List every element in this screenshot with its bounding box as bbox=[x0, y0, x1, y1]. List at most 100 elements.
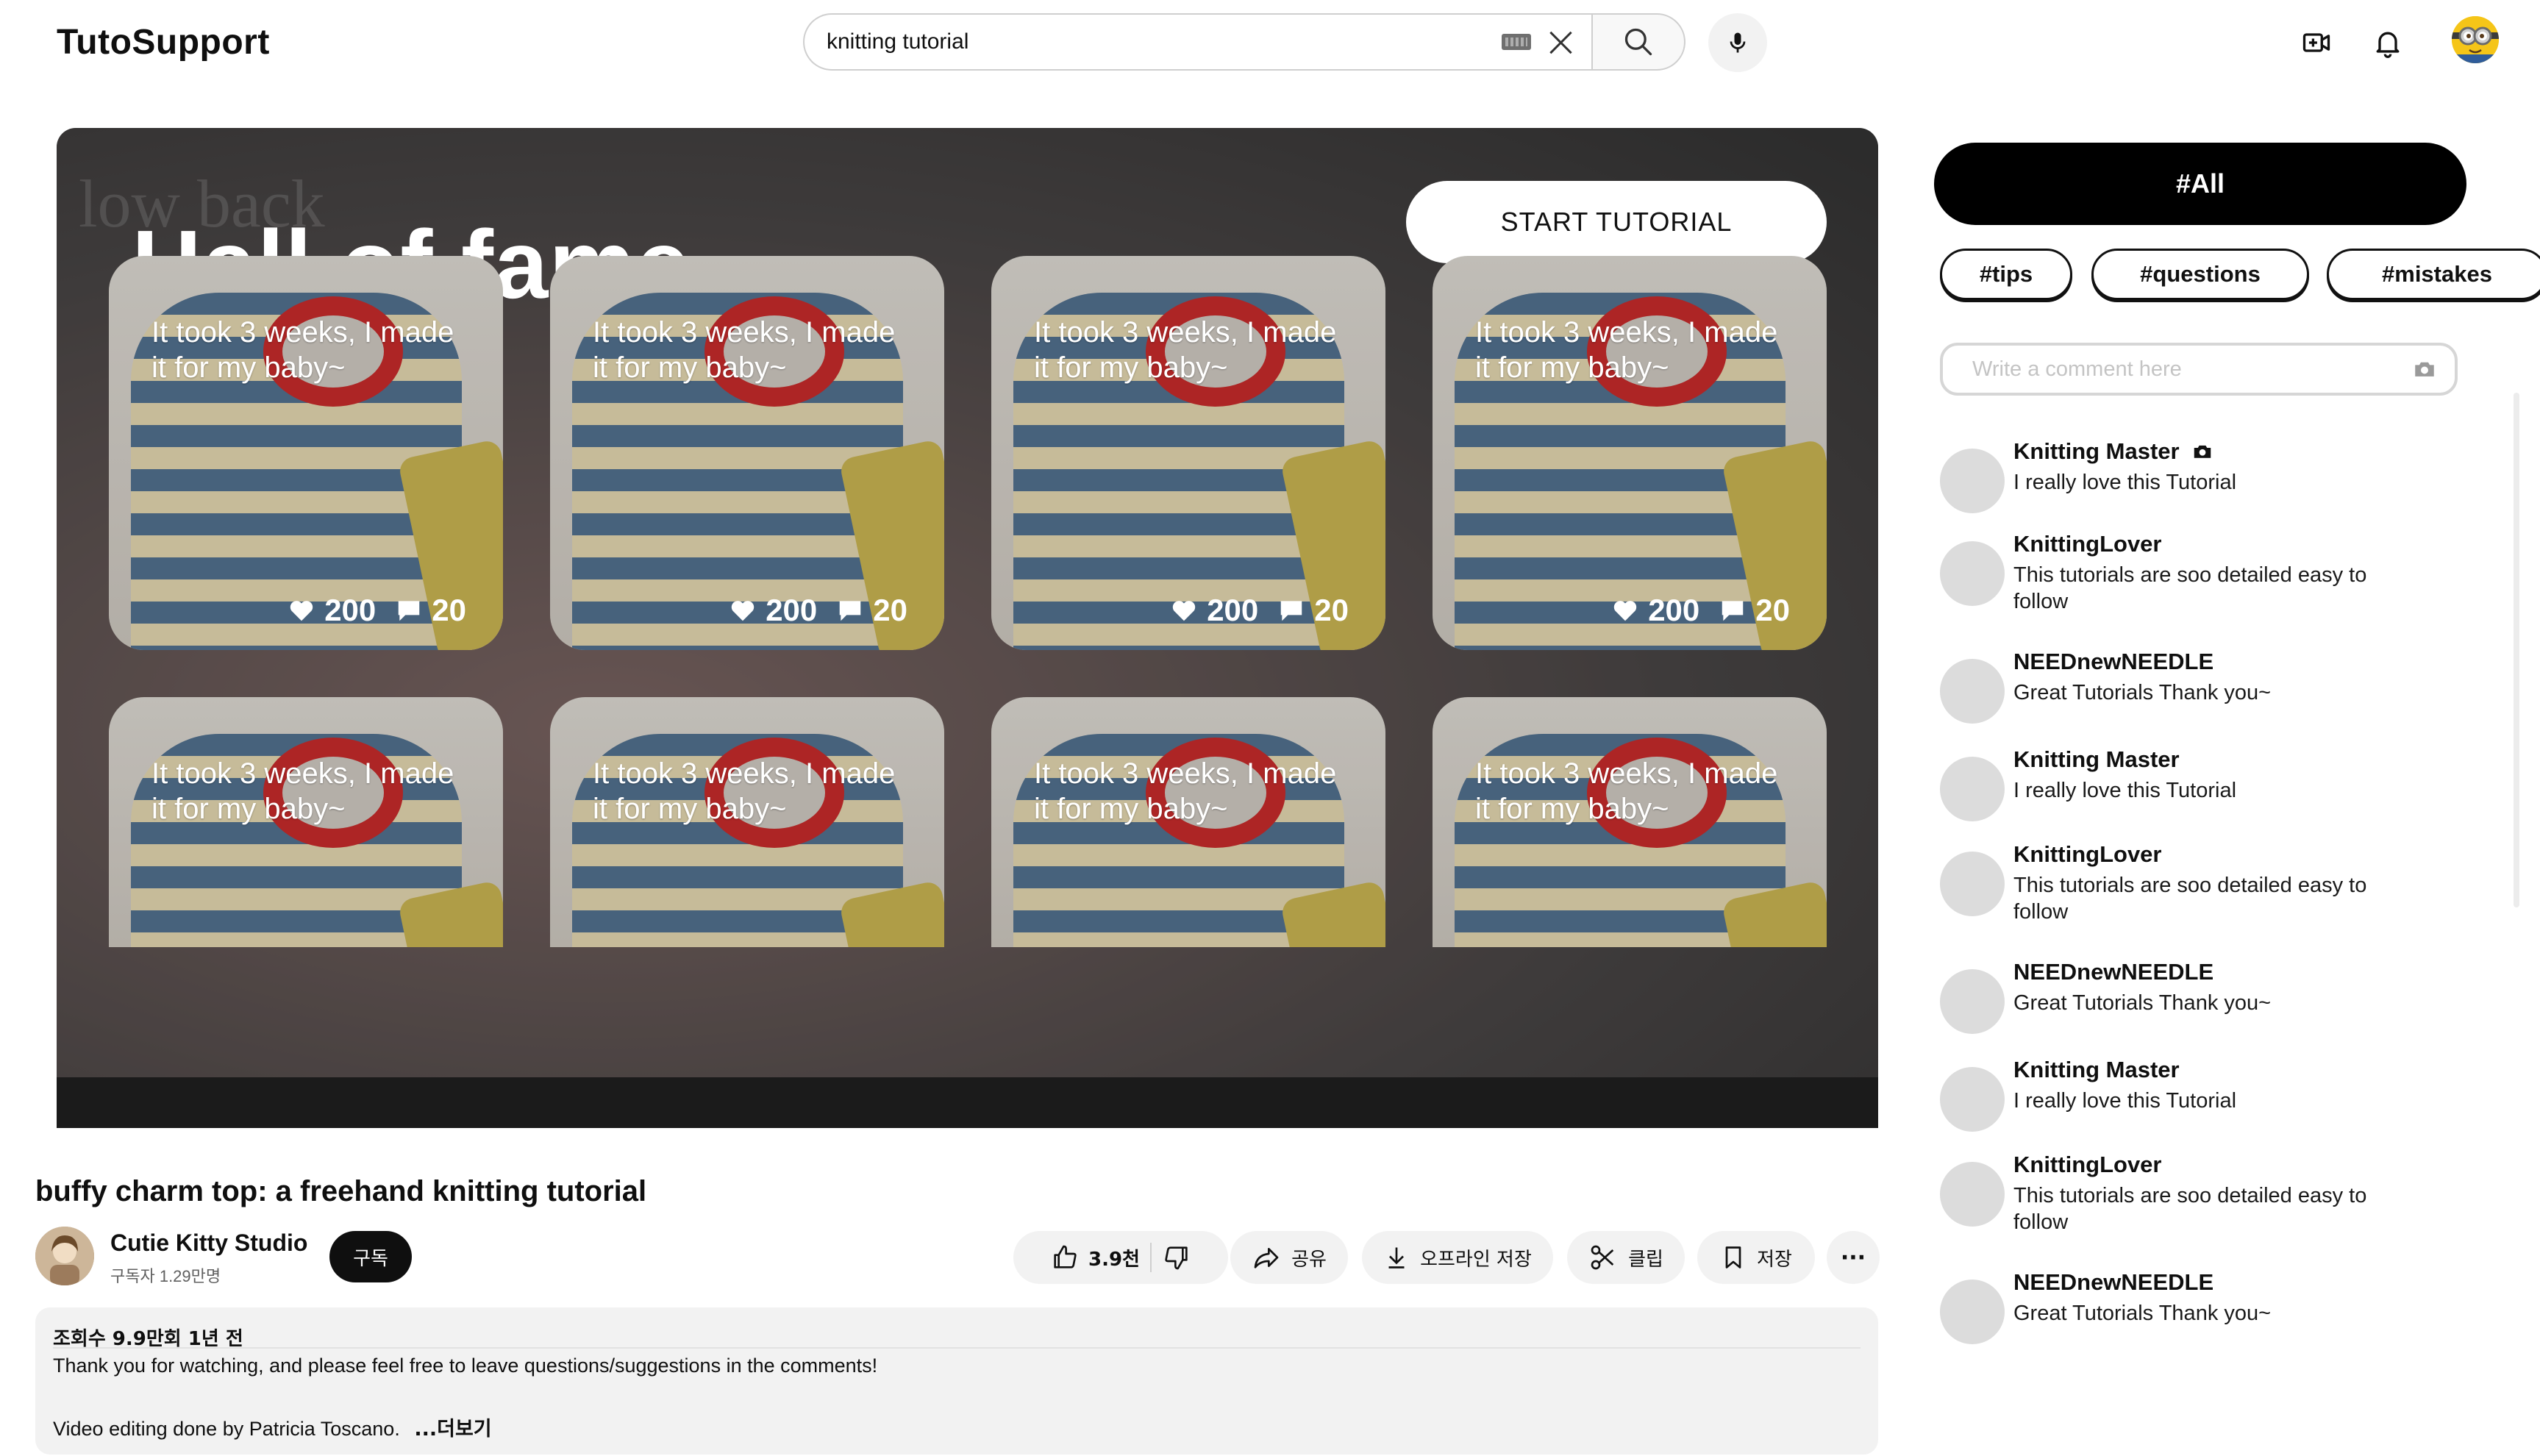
comment-author[interactable]: Knitting Master bbox=[2013, 438, 2180, 465]
comment-author[interactable]: NEEDnewNEEDLE bbox=[2013, 1269, 2213, 1296]
search-button[interactable] bbox=[1591, 13, 1685, 71]
chip-questions[interactable]: #questions bbox=[2091, 249, 2309, 300]
comment-count: 20 bbox=[1755, 593, 1790, 627]
dislike-button[interactable] bbox=[1162, 1243, 1191, 1272]
comment-input[interactable] bbox=[1972, 357, 2412, 382]
comment-icon[interactable] bbox=[1719, 596, 1747, 624]
comment-text: I really love this Tutorial bbox=[2013, 779, 2237, 802]
video-title: buffy charm top: a freehand knitting tut… bbox=[35, 1175, 647, 1207]
comment-header: KnittingLover bbox=[2013, 841, 2162, 868]
download-button[interactable]: 오프라인 저장 bbox=[1362, 1231, 1553, 1284]
notifications-button[interactable] bbox=[2364, 19, 2411, 66]
subscribe-button[interactable]: 구독 bbox=[329, 1231, 412, 1282]
card-caption: It took 3 weeks, I made it for my baby~ bbox=[151, 757, 454, 825]
bell-icon bbox=[2376, 32, 2400, 58]
comment-count: 20 bbox=[432, 593, 466, 627]
comment-avatar[interactable] bbox=[1940, 1067, 2005, 1132]
hall-of-fame-card[interactable]: It took 3 weeks, I made it for my baby~ bbox=[550, 697, 944, 947]
chip-tips[interactable]: #tips bbox=[1940, 249, 2072, 300]
comment-author[interactable]: NEEDnewNEEDLE bbox=[2013, 649, 2213, 675]
comment-header: KnittingLover bbox=[2013, 1152, 2162, 1178]
heart-icon[interactable] bbox=[1611, 596, 1639, 624]
comment-author[interactable]: KnittingLover bbox=[2013, 1152, 2162, 1178]
start-tutorial-button[interactable]: START TUTORIAL bbox=[1406, 181, 1827, 263]
comment-count: 20 bbox=[873, 593, 907, 627]
comment-icon[interactable] bbox=[395, 596, 423, 624]
share-button[interactable]: 공유 bbox=[1230, 1231, 1348, 1284]
comment-avatar[interactable] bbox=[1940, 757, 2005, 821]
share-label: 공유 bbox=[1291, 1248, 1327, 1271]
comment-header: NEEDnewNEEDLE bbox=[2013, 649, 2213, 675]
description-line-1: Thank you for watching, and please feel … bbox=[53, 1355, 878, 1377]
heart-icon[interactable] bbox=[288, 596, 315, 624]
card-caption: It took 3 weeks, I made it for my baby~ bbox=[1034, 757, 1337, 825]
comment-header: Knitting Master bbox=[2013, 1057, 2180, 1083]
scissors-icon bbox=[1591, 1245, 1614, 1270]
hall-of-fame-card[interactable]: It took 3 weeks, I made it for my baby~ 2… bbox=[1433, 256, 1827, 650]
heart-icon[interactable] bbox=[1170, 596, 1198, 624]
player-control-bar[interactable] bbox=[57, 1077, 1878, 1128]
comment-author[interactable]: Knitting Master bbox=[2013, 1057, 2180, 1083]
minion-avatar-icon bbox=[2452, 16, 2499, 63]
channel-avatar[interactable] bbox=[35, 1227, 94, 1285]
save-label: 저장 bbox=[1757, 1248, 1792, 1271]
card-caption: It took 3 weeks, I made it for my baby~ bbox=[593, 316, 896, 384]
comment-author[interactable]: Knitting Master bbox=[2013, 746, 2180, 773]
download-label: 오프라인 저장 bbox=[1420, 1248, 1532, 1271]
comment-avatar[interactable] bbox=[1940, 969, 2005, 1034]
mic-button[interactable] bbox=[1708, 13, 1767, 72]
save-button[interactable]: 저장 bbox=[1697, 1231, 1815, 1284]
filter-all-button[interactable]: #All bbox=[1934, 143, 2466, 225]
clip-label: 클립 bbox=[1628, 1248, 1663, 1271]
comment-icon[interactable] bbox=[1277, 596, 1305, 624]
comment-avatar[interactable] bbox=[1940, 852, 2005, 916]
comment-scrollbar[interactable] bbox=[2514, 393, 2519, 907]
more-actions-button[interactable]: ··· bbox=[1827, 1231, 1880, 1284]
video-player[interactable]: low back Hall of fame START TUTORIAL It … bbox=[57, 128, 1878, 1128]
heart-icon[interactable] bbox=[729, 596, 757, 624]
comment-header: NEEDnewNEEDLE bbox=[2013, 1269, 2213, 1296]
comment-text: Great Tutorials Thank you~ bbox=[2013, 1302, 2272, 1325]
search-input[interactable] bbox=[827, 29, 1502, 54]
hall-of-fame-card[interactable]: It took 3 weeks, I made it for my baby~ bbox=[991, 697, 1385, 947]
comment-text: Great Tutorials Thank you~ bbox=[2013, 991, 2272, 1015]
like-count: 200 bbox=[1207, 593, 1259, 627]
like-button[interactable]: 3.9천 bbox=[1050, 1243, 1140, 1272]
comment-header: KnittingLover bbox=[2013, 531, 2162, 557]
like-count: 200 bbox=[324, 593, 377, 627]
app-logo[interactable]: TutoSupport bbox=[57, 22, 270, 63]
channel-avatar-image bbox=[35, 1227, 94, 1285]
mic-icon bbox=[1730, 32, 1746, 53]
camera-icon[interactable] bbox=[2412, 357, 2437, 382]
avatar[interactable] bbox=[2452, 16, 2499, 63]
comment-avatar[interactable] bbox=[1940, 659, 2005, 724]
comment-header: Knitting Master bbox=[2013, 438, 2213, 465]
comment-author[interactable]: NEEDnewNEEDLE bbox=[2013, 959, 2213, 985]
show-more-link[interactable]: ...더보기 bbox=[414, 1418, 491, 1441]
share-icon bbox=[1254, 1248, 1279, 1268]
comment-author[interactable]: KnittingLover bbox=[2013, 841, 2162, 868]
description-line-2: Video editing done by Patricia Toscano. … bbox=[53, 1413, 492, 1441]
comment-avatar[interactable] bbox=[1940, 541, 2005, 606]
hall-of-fame-card[interactable]: It took 3 weeks, I made it for my baby~ bbox=[109, 697, 503, 947]
clip-button[interactable]: 클립 bbox=[1567, 1231, 1685, 1284]
channel-name[interactable]: Cutie Kitty Studio bbox=[110, 1230, 307, 1257]
comment-author[interactable]: KnittingLover bbox=[2013, 531, 2162, 557]
camera-icon bbox=[2194, 445, 2211, 458]
comment-avatar[interactable] bbox=[1940, 1162, 2005, 1227]
comment-icon[interactable] bbox=[836, 596, 864, 624]
subscriber-count: 구독자 1.29만명 bbox=[110, 1267, 221, 1285]
more-icon: ··· bbox=[1840, 1244, 1866, 1271]
clear-icon[interactable] bbox=[1546, 27, 1575, 57]
hall-of-fame-card[interactable]: It took 3 weeks, I made it for my baby~ 2… bbox=[109, 256, 503, 650]
hall-of-fame-card[interactable]: It took 3 weeks, I made it for my baby~ bbox=[1433, 697, 1827, 947]
comment-avatar[interactable] bbox=[1940, 1280, 2005, 1344]
hall-of-fame-card[interactable]: It took 3 weeks, I made it for my baby~ 2… bbox=[991, 256, 1385, 650]
description-box[interactable]: 조회수 9.9만회 1년 전 Thank you for watching, a… bbox=[35, 1307, 1878, 1455]
create-video-button[interactable] bbox=[2293, 19, 2340, 66]
hall-of-fame-card[interactable]: It took 3 weeks, I made it for my baby~ 2… bbox=[550, 256, 944, 650]
bookmark-icon bbox=[1725, 1246, 1741, 1268]
keyboard-icon[interactable] bbox=[1502, 34, 1531, 50]
comment-avatar[interactable] bbox=[1940, 449, 2005, 513]
chip-mistakes[interactable]: #mistakes bbox=[2327, 249, 2540, 300]
